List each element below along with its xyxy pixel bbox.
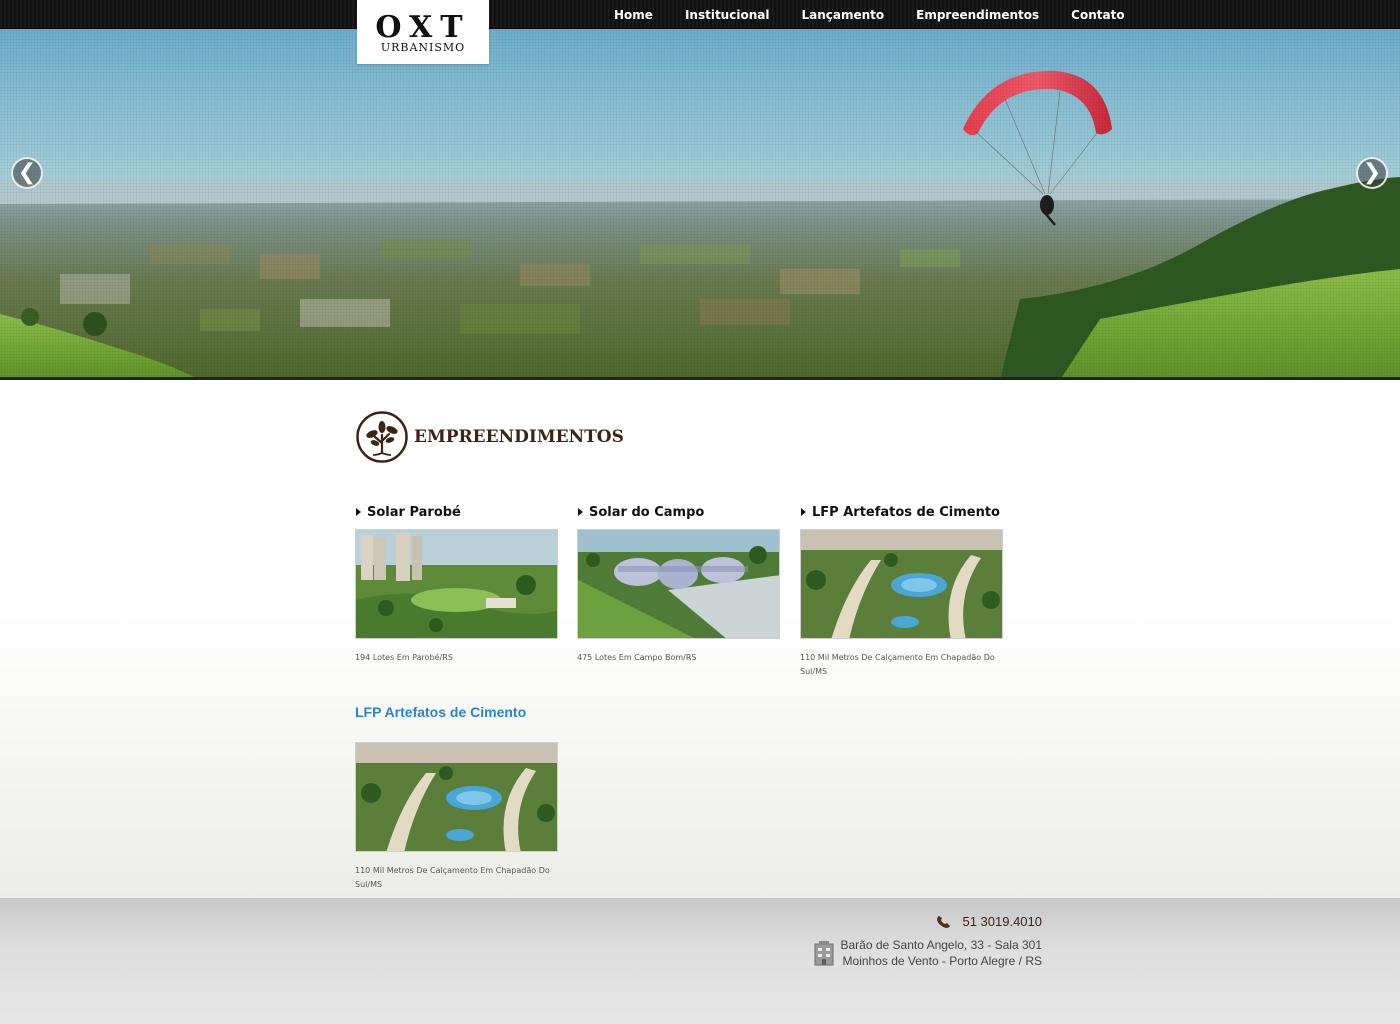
project-title: Solar do Campo [589,504,705,520]
project-card: Solar Parobé 194 Lotes Em Parobé/RS [355,503,559,665]
site-logo[interactable]: OXT URBANISMO [357,0,489,64]
nav-institucional[interactable]: Institucional [669,8,786,22]
featured-project-card: LFP Artefatos de Cimento 110 Mil Metros … [355,704,559,892]
logo-subtitle: URBANISMO [380,41,466,54]
tree-icon [356,411,408,463]
arrow-bullet-icon [578,508,583,516]
project-thumbnail[interactable] [800,529,1003,639]
project-card: LFP Artefatos de Cimento 110 Mil Metros … [800,503,1004,679]
arrow-bullet-icon [356,508,361,516]
main-content: EMPREENDIMENTOS Solar Parobé 194 Lotes E… [0,382,1400,898]
project-thumbnail[interactable] [577,529,780,639]
building-icon [814,941,833,966]
project-thumbnail[interactable] [355,529,558,639]
slider-next-button[interactable]: ❯ [1356,157,1388,189]
project-description: 475 Lotes Em Campo Bom/RS [577,653,697,662]
arrow-bullet-icon [801,508,806,516]
featured-project-title[interactable]: LFP Artefatos de Cimento [355,704,559,722]
section-header: EMPREENDIMENTOS [355,410,624,464]
address-text: Barão de Santo Angelo, 33 - Sala 301 Moi… [841,937,1043,969]
project-description: 194 Lotes Em Parobé/RS [355,653,453,662]
phone-icon [937,915,951,928]
featured-project-description: 110 Mil Metros De Calçamento Em Chapadão… [355,866,550,889]
hero-slider: ❮ ❯ [0,29,1400,380]
hero-landscape-image [0,29,1400,377]
project-title: Solar Parobé [367,504,461,520]
section-title: EMPREENDIMENTOS [414,427,624,447]
nav-contato[interactable]: Contato [1055,8,1140,22]
main-nav: Home Institucional Lançamento Empreendim… [598,0,1141,29]
phone-number: 51 3019.4010 [962,914,1042,929]
footer: 51 3019.4010 Barão de Santo Angelo, 33 -… [0,898,1400,1024]
project-description: 110 Mil Metros De Calçamento Em Chapadão… [800,653,995,676]
logo-mark: OXT [375,10,471,45]
project-title-link[interactable]: LFP Artefatos de Cimento [800,503,1004,521]
featured-project-thumbnail[interactable] [355,742,558,852]
nav-home[interactable]: Home [598,8,669,22]
nav-empreendimentos[interactable]: Empreendimentos [900,8,1055,22]
project-title-link[interactable]: Solar do Campo [577,503,781,521]
nav-lancamento[interactable]: Lançamento [785,8,900,22]
footer-phone: 51 3019.4010 [936,914,1042,929]
address-line-2: Moinhos de Vento - Porto Alegre / RS [842,954,1042,968]
project-title: LFP Artefatos de Cimento [812,504,1000,520]
project-title-link[interactable]: Solar Parobé [355,503,559,521]
footer-address: Barão de Santo Angelo, 33 - Sala 301 Moi… [813,937,1043,969]
address-line-1: Barão de Santo Angelo, 33 - Sala 301 [840,938,1043,952]
slider-prev-button[interactable]: ❮ [11,157,43,189]
project-card: Solar do Campo 475 Lotes Em Campo Bom/RS [577,503,781,665]
top-navigation-bar: Home Institucional Lançamento Empreendim… [0,0,1400,29]
